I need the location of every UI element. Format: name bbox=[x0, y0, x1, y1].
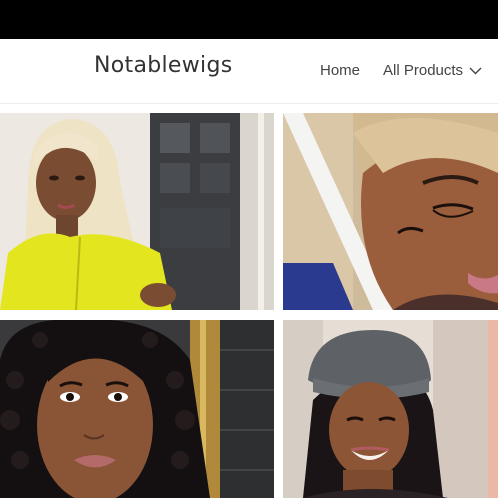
chevron-down-icon bbox=[469, 67, 482, 74]
top-black-bar bbox=[0, 0, 498, 39]
nav-all-products-dropdown[interactable]: All Products bbox=[383, 62, 482, 79]
nav-home-link[interactable]: Home bbox=[320, 62, 360, 79]
site-header: Notablewigs Home All Products bbox=[0, 39, 498, 104]
main-nav: Home All Products bbox=[320, 62, 482, 79]
product-image-blonde-closeup[interactable] bbox=[283, 113, 498, 310]
product-image-blonde-straight[interactable] bbox=[0, 113, 274, 310]
nav-all-products-label: All Products bbox=[383, 62, 464, 79]
product-image-curly-black[interactable] bbox=[0, 320, 274, 498]
brand-logo[interactable]: Notablewigs bbox=[94, 53, 232, 78]
product-image-beanie-black[interactable] bbox=[283, 320, 498, 498]
